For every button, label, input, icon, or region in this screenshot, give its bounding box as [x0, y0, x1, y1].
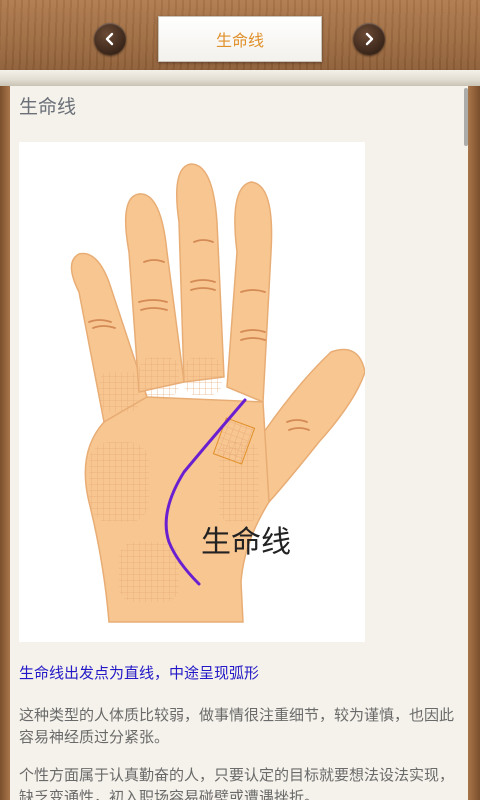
hand-image: 生命线	[70, 163, 366, 623]
wood-side-right	[468, 86, 480, 800]
title-box: 生命线	[158, 16, 322, 62]
content-heading: 生命线	[19, 96, 77, 118]
paragraph-1: 这种类型的人体质比较弱，做事情很注重细节，较为谨慎，也因此容易神经质过分紧张。	[19, 706, 455, 746]
next-button[interactable]	[353, 23, 385, 55]
palm-illustration: 生命线	[19, 142, 366, 642]
subtitle-text: 生命线出发点为直线，中途呈现弧形	[19, 664, 260, 682]
chevron-right-icon	[365, 32, 374, 46]
paragraph-2: 个性方面属于认真勤奋的人，只要认定的目标就要想法设法实现，缺乏变通性，初入职场容…	[19, 766, 455, 800]
middle-finger	[176, 163, 225, 383]
thumb	[263, 348, 366, 504]
prev-button[interactable]	[94, 23, 126, 55]
wood-header: 生命线	[0, 0, 480, 78]
content-paper[interactable]: 生命线 生命线 生命线出发点为直线，中途呈现弧形 这种类型的人体质比较弱，做事情…	[10, 86, 468, 800]
wood-side-left	[0, 86, 10, 800]
figure-label: 生命线	[201, 525, 291, 560]
page-title: 生命线	[215, 31, 264, 50]
paper-scroll-roll	[0, 70, 480, 86]
scrollbar[interactable]	[464, 88, 468, 146]
chevron-left-icon	[105, 32, 114, 46]
